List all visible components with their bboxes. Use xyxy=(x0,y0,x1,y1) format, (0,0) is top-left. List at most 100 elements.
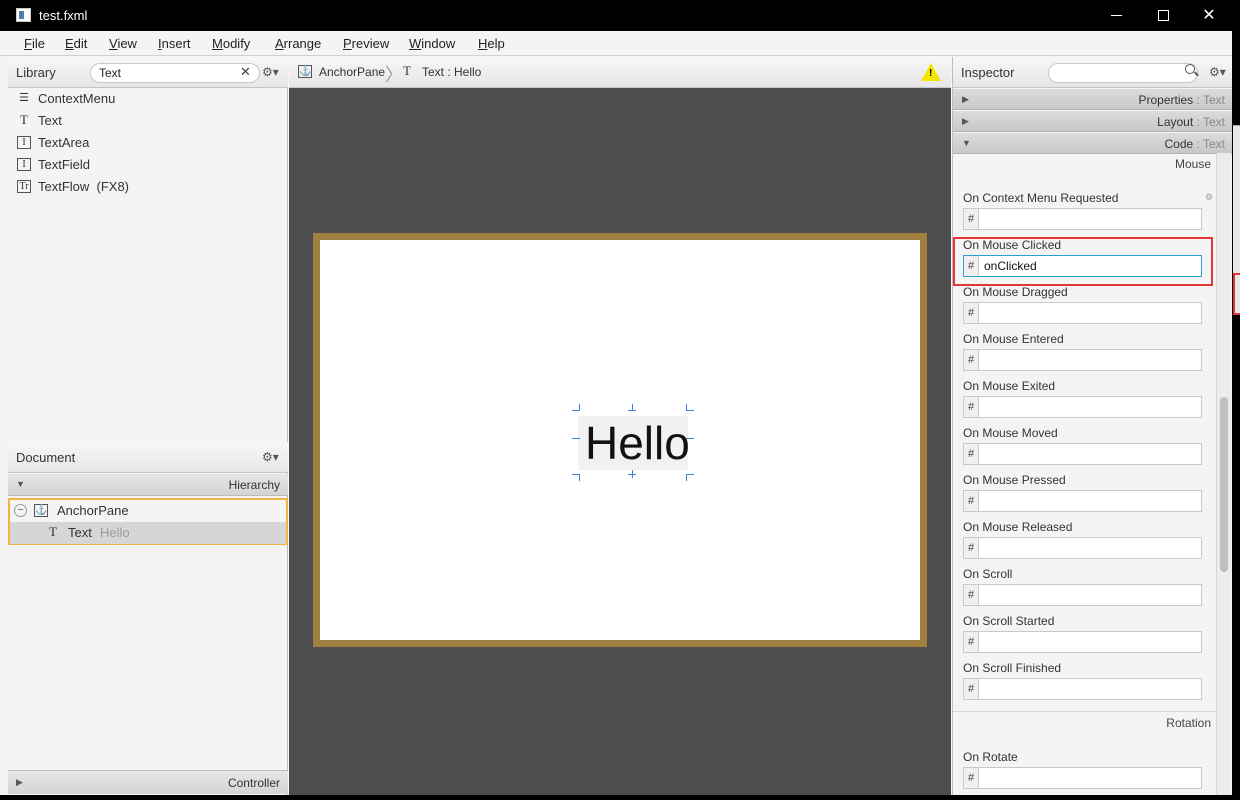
on-scroll-finished-field[interactable]: # xyxy=(963,678,1202,700)
controller-section[interactable]: ▶ Controller xyxy=(8,770,288,794)
on-mouse-exited-field[interactable]: # xyxy=(963,396,1202,418)
selection-handle[interactable] xyxy=(686,474,694,475)
section-name: Layout xyxy=(1157,115,1194,129)
hierarchy-section[interactable]: ▼ Hierarchy xyxy=(8,474,288,496)
library-gear-icon[interactable]: ⚙▾ xyxy=(262,65,279,79)
inspector-scrollbar[interactable] xyxy=(1216,153,1231,795)
on-scroll-started-field[interactable]: # xyxy=(963,631,1202,653)
hello-text-node[interactable]: Hello xyxy=(585,416,690,470)
menu-help[interactable]: Help xyxy=(478,36,505,51)
on-mouse-pressed-field[interactable]: # xyxy=(963,490,1202,512)
library-item[interactable]: ☰ ContextMenu xyxy=(8,88,287,110)
warning-icon[interactable] xyxy=(921,63,941,81)
tree-row-anchorpane[interactable]: − ⚓ AnchorPane xyxy=(10,500,286,522)
hash-icon: # xyxy=(964,397,979,417)
app-window: test.fxml ✕ File Edit View Insert Modify Arra… xyxy=(0,0,1233,795)
library-search-input[interactable]: Text xyxy=(90,63,260,83)
section-sub: Text xyxy=(1202,115,1225,129)
selection-handle[interactable] xyxy=(628,410,636,411)
anchor-pane-icon: ⚓ xyxy=(34,504,48,517)
section-code[interactable]: ▼ Code : Text xyxy=(953,133,1233,154)
field-label: On Rotate xyxy=(963,750,1018,764)
menu-view[interactable]: View xyxy=(109,36,137,51)
inspector-title: Inspector xyxy=(961,65,1015,80)
tree-label: Text xyxy=(68,525,92,540)
close-button[interactable]: ✕ xyxy=(1186,0,1232,31)
background-edge xyxy=(1232,0,1240,800)
hash-icon: # xyxy=(964,538,979,558)
menu-modify[interactable]: Modify xyxy=(212,36,250,51)
selection-handle[interactable] xyxy=(686,404,687,411)
selection-handle[interactable] xyxy=(628,474,636,475)
section-properties[interactable]: ▶ Properties : Text xyxy=(953,89,1233,110)
inspector-gear-icon[interactable]: ⚙▾ xyxy=(1209,65,1226,79)
library-item[interactable]: Tr TextFlow (FX8) xyxy=(8,176,287,198)
field-label: On Context Menu Requested xyxy=(963,191,1119,205)
field-label: On Mouse Moved xyxy=(963,426,1058,440)
selection-handle[interactable] xyxy=(686,410,694,411)
library-item-label: TextFlow (FX8) xyxy=(38,179,130,194)
menu-window[interactable]: Window xyxy=(409,36,455,51)
maximize-button[interactable] xyxy=(1140,0,1186,31)
library-item-label: ContextMenu xyxy=(38,91,116,106)
library-item[interactable]: T Text xyxy=(8,110,287,132)
document-gear-icon[interactable]: ⚙▾ xyxy=(262,450,279,464)
menu-arrange[interactable]: Arrange xyxy=(275,36,321,51)
field-label: On Mouse Exited xyxy=(963,379,1056,393)
library-header: Library Text ✕ ⚙▾ xyxy=(8,57,288,88)
menu-file[interactable]: File xyxy=(24,36,45,51)
on-mouse-dragged-field[interactable]: # xyxy=(963,302,1202,324)
menu-edit[interactable]: Edit xyxy=(65,36,87,51)
hash-icon: # xyxy=(964,350,979,370)
content-workspace: ⚓ AnchorPane 〉 T Text : Hello Hello xyxy=(289,57,951,795)
section-sub: Text xyxy=(1202,137,1225,151)
clear-search-icon[interactable]: ✕ xyxy=(240,64,251,80)
selection-handle[interactable] xyxy=(572,438,580,439)
menu-insert[interactable]: Insert xyxy=(158,36,191,51)
collapse-triangle-icon: ▼ xyxy=(962,138,971,148)
tree-row-text[interactable]: T Text Hello xyxy=(10,522,286,544)
selection-handle[interactable] xyxy=(686,438,694,439)
selection-handle[interactable] xyxy=(579,474,580,481)
library-list: ☰ ContextMenu T Text I TextArea I TextFi… xyxy=(8,88,287,198)
group-divider xyxy=(953,711,1217,712)
breadcrumb-item[interactable]: AnchorPane xyxy=(319,65,385,79)
inspector-header: Inspector ⚙▾ xyxy=(953,57,1233,88)
anchor-pane-canvas[interactable]: Hello xyxy=(320,240,920,640)
tree-hint: Hello xyxy=(100,525,130,540)
breadcrumb-item[interactable]: Text : Hello xyxy=(422,65,481,79)
library-item[interactable]: I TextField xyxy=(8,154,287,176)
on-mouse-entered-field[interactable]: # xyxy=(963,349,1202,371)
on-context-menu-requested-field[interactable]: # xyxy=(963,208,1202,230)
text-icon: T xyxy=(49,524,57,539)
library-item-label: TextArea xyxy=(38,135,90,150)
expand-triangle-icon: ▶ xyxy=(962,94,969,104)
on-mouse-moved-field[interactable]: # xyxy=(963,443,1202,465)
minimize-button[interactable] xyxy=(1094,0,1140,31)
library-item-label: TextField xyxy=(38,157,91,172)
hash-icon: # xyxy=(964,585,979,605)
canvas-frame: Hello xyxy=(313,233,927,647)
on-mouse-released-field[interactable]: # xyxy=(963,537,1202,559)
collapse-icon[interactable]: − xyxy=(14,504,27,517)
selection-handle[interactable] xyxy=(579,404,580,411)
section-sub: Text xyxy=(1202,93,1225,107)
on-rotate-field[interactable]: # xyxy=(963,767,1202,789)
selection-handle[interactable] xyxy=(686,474,687,481)
inspector-panel: Inspector ⚙▾ ▶ Properties : Text ▶ Layou… xyxy=(952,57,1233,795)
group-mouse-label: Mouse xyxy=(1174,157,1211,171)
scrollbar-thumb[interactable] xyxy=(1220,397,1228,572)
expand-triangle-icon: ▶ xyxy=(16,777,23,787)
section-layout[interactable]: ▶ Layout : Text xyxy=(953,111,1233,132)
inspector-search-input[interactable] xyxy=(1048,63,1198,83)
library-item[interactable]: I TextArea xyxy=(8,132,287,154)
textarea-icon: I xyxy=(17,136,31,149)
tree-label: AnchorPane xyxy=(57,503,129,518)
menu-preview[interactable]: Preview xyxy=(343,36,389,51)
library-title: Library xyxy=(16,65,56,80)
app-icon xyxy=(16,8,31,22)
on-scroll-field[interactable]: # xyxy=(963,584,1202,606)
search-icon xyxy=(1185,64,1195,74)
gear-icon[interactable]: ⚙ xyxy=(1205,192,1213,203)
field-label: On Scroll xyxy=(963,567,1013,581)
